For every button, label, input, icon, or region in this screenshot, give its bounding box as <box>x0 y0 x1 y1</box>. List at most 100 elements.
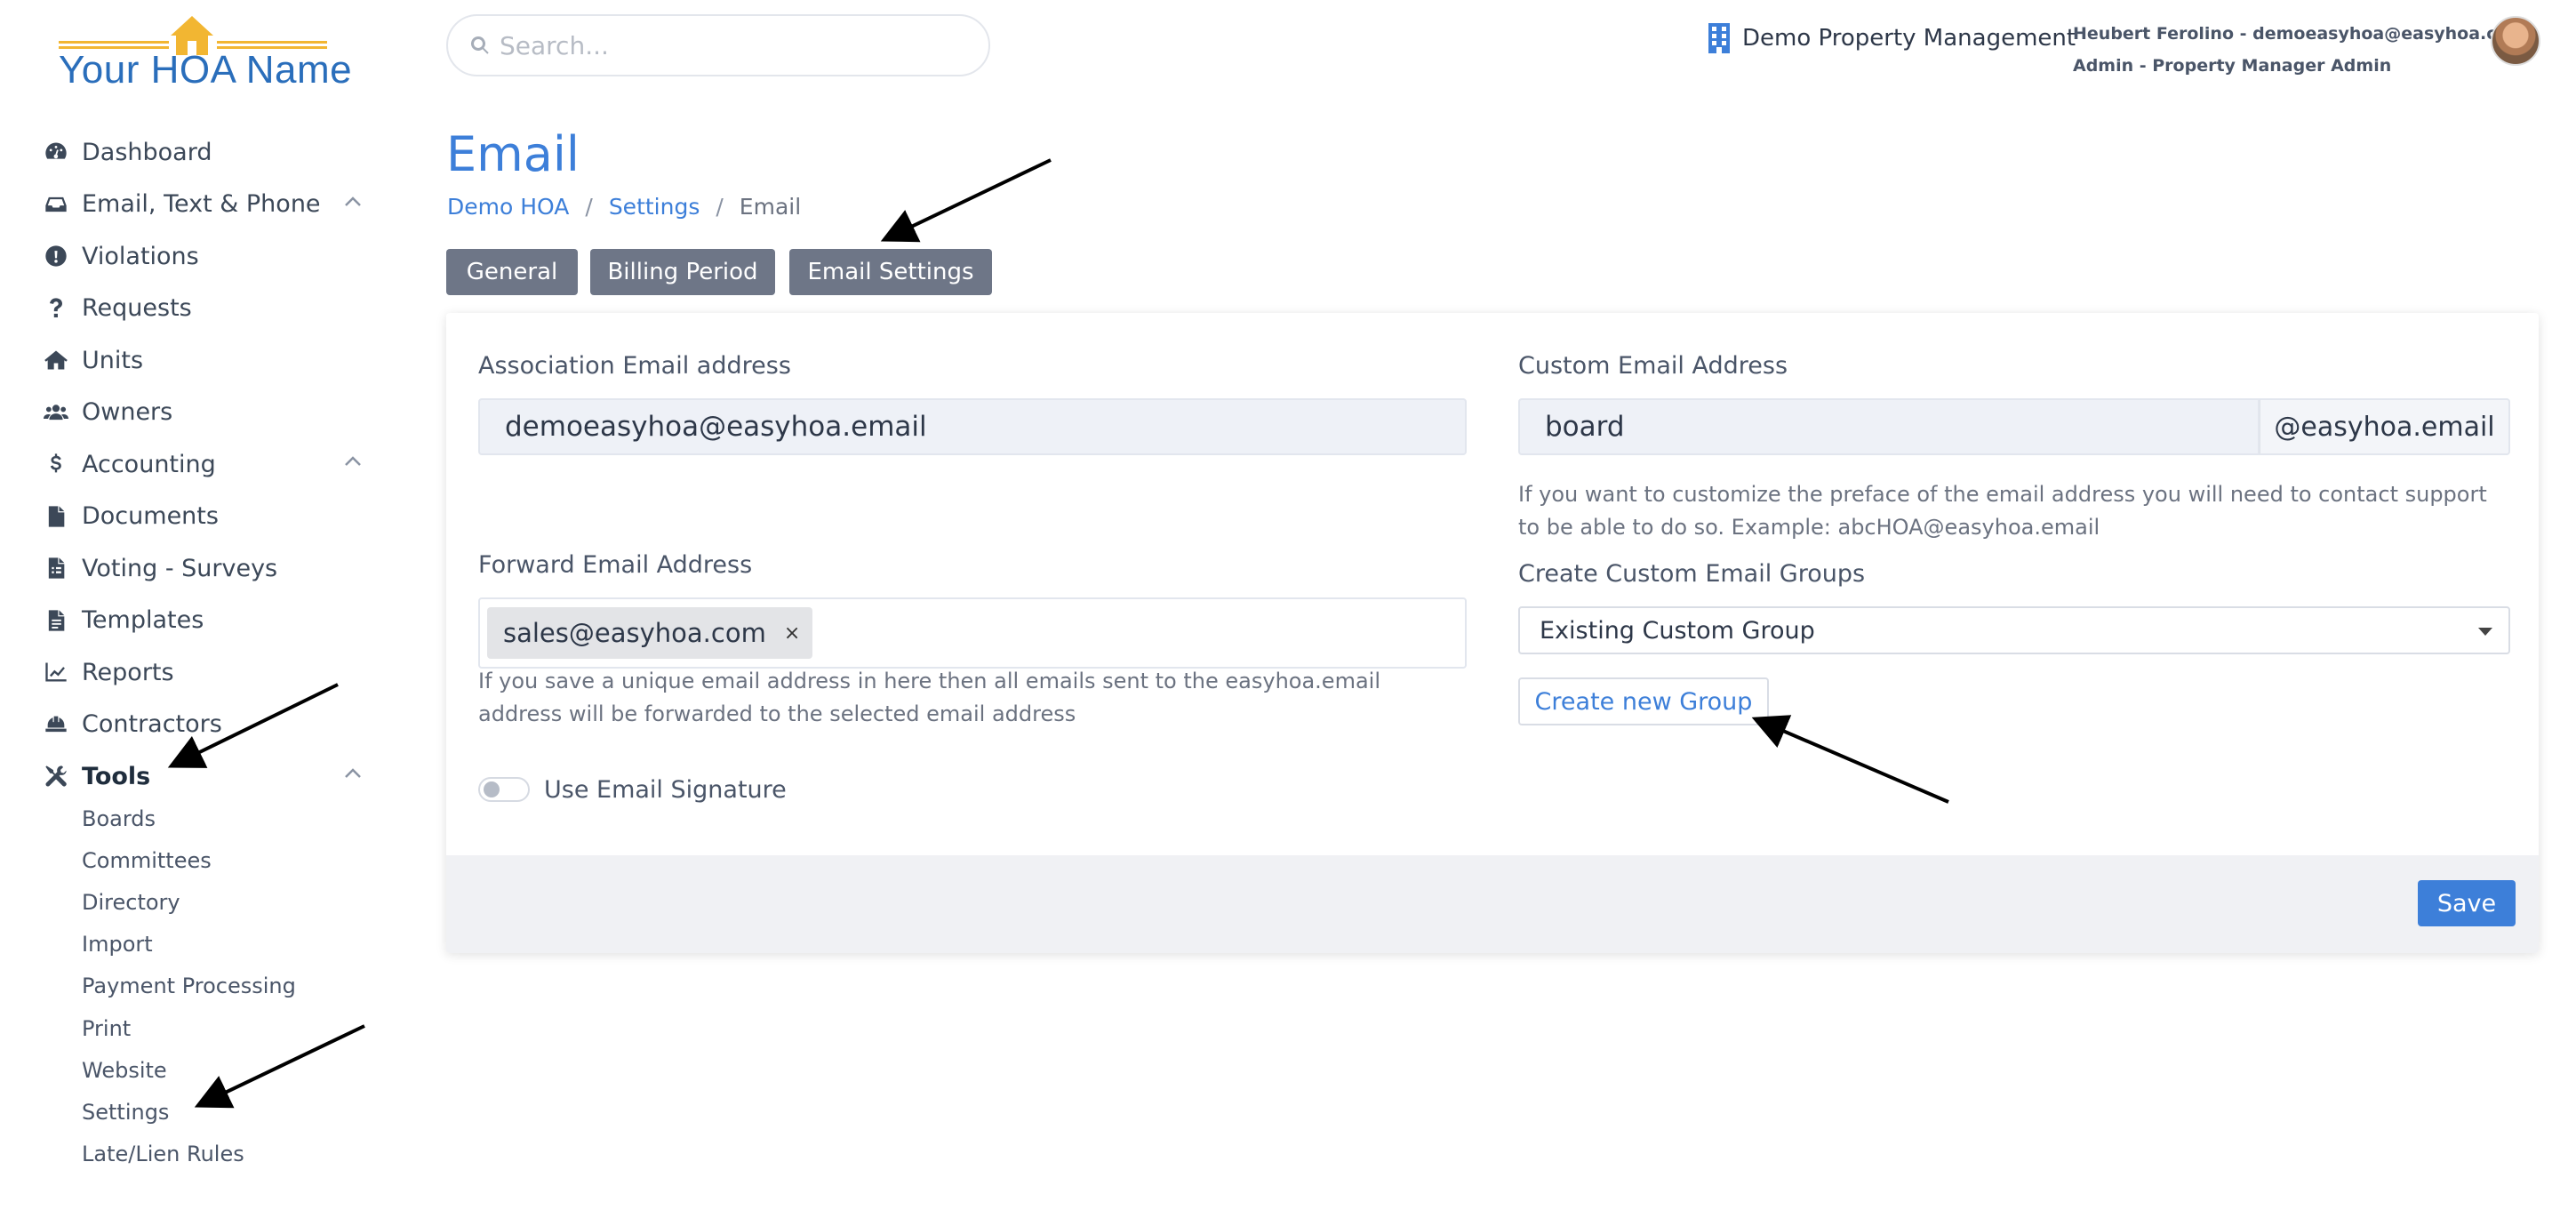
custom-email-groups-label: Create Custom Email Groups <box>1518 560 1866 588</box>
sidebar-item-label: Documents <box>82 502 219 531</box>
question-icon <box>43 295 69 322</box>
sidebar-item-email-text-phone[interactable]: Email, Text & Phone <box>0 179 400 231</box>
sidebar-item-label: Units <box>82 346 144 374</box>
sidebar-item-tools[interactable]: Tools <box>0 750 400 803</box>
sidebar-item-contractors[interactable]: Contractors <box>0 699 400 751</box>
organization-name: Demo Property Management <box>1742 25 2076 52</box>
sidebar-item-label: Reports <box>82 658 174 686</box>
tab-billing-period[interactable]: Billing Period <box>590 249 775 295</box>
hardhat-icon <box>43 711 69 738</box>
toggle-knob <box>484 781 500 797</box>
breadcrumb-separator: / <box>716 194 724 220</box>
tab-general[interactable]: General <box>446 249 578 295</box>
sidebar-item-label: Dashboard <box>82 138 212 166</box>
chart-line-icon <box>43 659 69 685</box>
inbox-icon <box>43 191 69 218</box>
chevron-up-icon <box>344 454 362 472</box>
submenu-item-directory[interactable]: Directory <box>82 881 296 923</box>
building-icon <box>1708 23 1730 53</box>
email-signature-label: Use Email Signature <box>544 776 787 804</box>
submenu-item-payment-processing[interactable]: Payment Processing <box>82 966 296 1007</box>
custom-email-field[interactable]: board <box>1518 398 2260 455</box>
organization-switcher[interactable]: Demo Property Management <box>1707 21 2076 55</box>
submenu-item-print[interactable]: Print <box>82 1007 296 1049</box>
file-vote-icon <box>43 555 69 581</box>
dashboard-icon <box>43 139 69 165</box>
sidebar: Your HOA Name Dashboard Email, Text & Ph… <box>0 0 400 1218</box>
logo-line-right <box>217 41 327 44</box>
email-tag-label: sales@easyhoa.com <box>503 618 766 648</box>
user-info[interactable]: Heubert Ferolino - demoeasyhoa@easyhoa.c… <box>2073 18 2525 82</box>
page-title: Email <box>446 126 580 182</box>
caret-down-icon <box>2478 628 2492 636</box>
hoa-logo[interactable]: Your HOA Name <box>53 11 352 100</box>
custom-group-select[interactable]: Existing Custom Group <box>1518 606 2510 654</box>
email-settings-card: Association Email address demoeasyhoa@ea… <box>446 313 2539 953</box>
sidebar-nav: Dashboard Email, Text & Phone Violations… <box>0 126 400 803</box>
sidebar-item-reports[interactable]: Reports <box>0 646 400 699</box>
tools-submenu: Boards Committees Directory Import Payme… <box>82 797 296 1175</box>
custom-group-selected-value: Existing Custom Group <box>1540 616 1815 645</box>
avatar[interactable] <box>2491 16 2540 66</box>
file-icon <box>43 503 69 530</box>
search-icon <box>470 36 489 54</box>
search-input[interactable] <box>500 30 962 60</box>
users-icon <box>43 399 69 426</box>
dollar-icon <box>43 451 69 477</box>
submenu-item-late-lien-rules[interactable]: Late/Lien Rules <box>82 1134 296 1175</box>
sidebar-item-label: Accounting <box>82 450 216 478</box>
forward-email-label: Forward Email Address <box>478 551 753 579</box>
sidebar-item-templates[interactable]: Templates <box>0 595 400 647</box>
tab-email-settings[interactable]: Email Settings <box>789 249 992 295</box>
submenu-item-website[interactable]: Website <box>82 1049 296 1091</box>
email-tag: sales@easyhoa.com × <box>487 607 813 659</box>
breadcrumb-link-demo-hoa[interactable]: Demo HOA <box>447 194 569 220</box>
custom-email-label: Custom Email Address <box>1518 352 1788 380</box>
sidebar-item-owners[interactable]: Owners <box>0 387 400 439</box>
custom-email-help: If you want to customize the preface of … <box>1518 482 2487 540</box>
submenu-item-import[interactable]: Import <box>82 924 296 966</box>
sidebar-item-units[interactable]: Units <box>0 334 400 387</box>
sidebar-item-label: Violations <box>82 242 199 270</box>
user-role: Admin - Property Manager Admin <box>2073 56 2392 76</box>
breadcrumb-link-settings[interactable]: Settings <box>609 194 700 220</box>
submenu-item-boards[interactable]: Boards <box>82 797 296 839</box>
file-text-icon <box>43 607 69 634</box>
forward-email-field[interactable]: sales@easyhoa.com × <box>478 597 1467 669</box>
sidebar-item-label: Tools <box>82 762 151 790</box>
sidebar-item-violations[interactable]: Violations <box>0 230 400 283</box>
chevron-up-icon <box>344 766 362 784</box>
sidebar-item-documents[interactable]: Documents <box>0 491 400 543</box>
association-email-field[interactable]: demoeasyhoa@easyhoa.email <box>478 398 1467 455</box>
sidebar-item-label: Contractors <box>82 710 222 739</box>
home-icon <box>43 347 69 373</box>
forward-email-help: If you save a unique email address in he… <box>478 669 1380 726</box>
save-button[interactable]: Save <box>2418 880 2516 926</box>
submenu-item-settings[interactable]: Settings <box>82 1091 296 1133</box>
remove-tag-icon[interactable]: × <box>784 622 800 645</box>
create-new-group-button[interactable]: Create new Group <box>1518 677 1769 725</box>
association-email-label: Association Email address <box>478 352 791 380</box>
exclamation-icon <box>43 243 69 269</box>
sidebar-item-label: Voting - Surveys <box>82 554 278 582</box>
sidebar-item-requests[interactable]: Requests <box>0 283 400 335</box>
search-bar[interactable] <box>446 14 990 76</box>
email-signature-toggle[interactable] <box>478 777 530 802</box>
email-domain-addon: @easyhoa.email <box>2260 398 2510 455</box>
sidebar-item-accounting[interactable]: Accounting <box>0 438 400 491</box>
breadcrumb-separator: / <box>585 194 593 220</box>
breadcrumb: Demo HOA / Settings / Email <box>447 194 801 220</box>
sidebar-item-label: Owners <box>82 398 173 427</box>
submenu-item-committees[interactable]: Committees <box>82 839 296 881</box>
sidebar-item-label: Requests <box>82 294 192 323</box>
user-name-email: Heubert Ferolino - demoeasyhoa@easyhoa.c… <box>2073 24 2526 44</box>
sidebar-item-label: Email, Text & Phone <box>82 190 321 219</box>
logo-line-left <box>59 41 169 44</box>
arrow-annotation <box>880 158 1052 243</box>
sidebar-item-dashboard[interactable]: Dashboard <box>0 126 400 179</box>
tools-icon <box>43 763 69 789</box>
sidebar-item-label: Templates <box>82 606 204 635</box>
chevron-up-icon <box>344 195 362 212</box>
logo-text: Your HOA Name <box>59 48 353 92</box>
sidebar-item-voting-surveys[interactable]: Voting - Surveys <box>0 542 400 595</box>
